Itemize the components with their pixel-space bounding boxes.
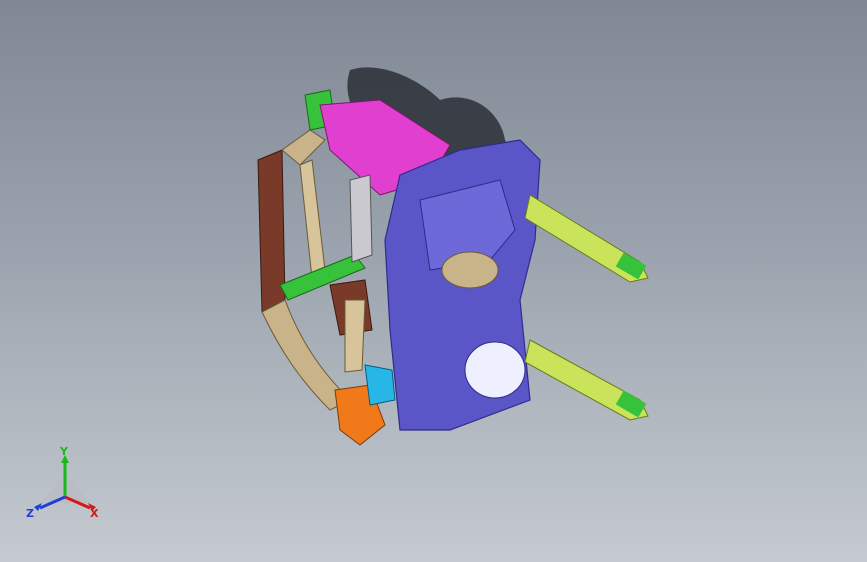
y-axis-label: Y	[59, 445, 69, 458]
orientation-triad: Y X Z	[20, 445, 110, 525]
white-wheel-arch	[464, 341, 526, 399]
tan-vertical-rail	[299, 159, 326, 279]
tan-strut	[344, 299, 366, 373]
cad-assembly-model[interactable]	[0, 0, 867, 562]
x-axis-label: X	[90, 507, 99, 520]
cyan-lower-bracket	[364, 364, 396, 406]
grey-inner-rail	[349, 174, 373, 263]
tan-tower	[441, 251, 499, 289]
tan-upper-rail	[281, 129, 326, 166]
z-axis-label: Z	[26, 507, 34, 520]
3d-viewport[interactable]: Y X Z	[0, 0, 867, 562]
